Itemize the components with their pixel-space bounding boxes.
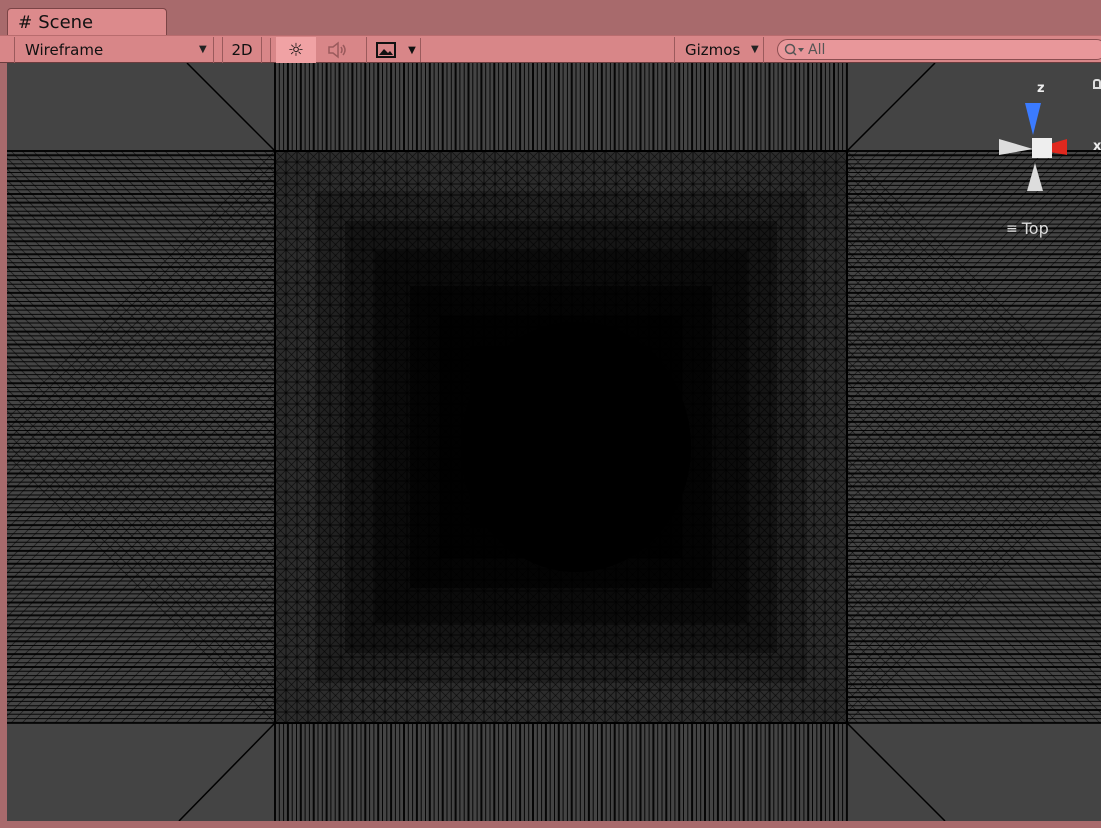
toolbar-divider xyxy=(420,38,421,62)
gizmos-dropdown[interactable]: Gizmos ▼ xyxy=(674,37,764,63)
chevron-down-icon: ▼ xyxy=(751,44,759,55)
scene-grid-icon: # xyxy=(18,12,33,33)
wireframe-mesh xyxy=(7,63,1101,821)
gizmo-center-cube xyxy=(1032,138,1052,158)
speaker-icon xyxy=(328,41,346,59)
view-projection-toggle[interactable]: ≡ Top xyxy=(1006,219,1049,238)
tab-scene[interactable]: # Scene xyxy=(7,8,167,36)
view-label: Top xyxy=(1021,219,1049,238)
search-input[interactable]: All xyxy=(777,39,1101,60)
draw-mode-label: Wireframe xyxy=(25,41,104,59)
image-icon xyxy=(375,42,396,58)
tab-bar: # Scene xyxy=(0,0,1101,36)
lock-icon[interactable] xyxy=(1093,79,1101,89)
lighting-toggle-button[interactable]: ☼ xyxy=(276,37,316,63)
panel-bottom-border xyxy=(0,821,1101,828)
audio-toggle-button[interactable] xyxy=(318,37,358,63)
draw-mode-dropdown[interactable]: Wireframe ▼ xyxy=(14,37,214,63)
gizmo-neg-x-cone xyxy=(999,139,1033,155)
gizmo-z-label: z xyxy=(1037,81,1045,96)
effects-dropdown[interactable]: ▼ xyxy=(404,37,420,63)
gizmos-label: Gizmos xyxy=(685,41,741,59)
scene-toolbar: Wireframe ▼ 2D ☼ ▼ Gizmos ▼ All xyxy=(0,35,1101,63)
search-placeholder: All xyxy=(808,41,826,58)
chevron-down-icon: ▼ xyxy=(199,44,207,55)
tab-scene-label: Scene xyxy=(38,12,94,33)
scene-viewport[interactable]: z x ≡ Top xyxy=(7,63,1101,821)
gizmo-z-cone xyxy=(1025,103,1041,135)
orientation-gizmo[interactable] xyxy=(991,93,1101,203)
toggle-2d-button[interactable]: 2D xyxy=(222,37,262,63)
sun-icon: ☼ xyxy=(287,39,305,61)
search-icon xyxy=(784,43,804,56)
gizmo-neg-z-cone xyxy=(1027,163,1043,191)
effects-toggle-button[interactable] xyxy=(366,37,404,63)
chevron-down-icon: ▼ xyxy=(408,44,416,56)
menu-lines-icon: ≡ xyxy=(1006,220,1018,237)
toolbar-divider xyxy=(270,38,271,62)
toggle-2d-label: 2D xyxy=(231,41,253,59)
gizmo-x-label: x xyxy=(1093,139,1101,154)
